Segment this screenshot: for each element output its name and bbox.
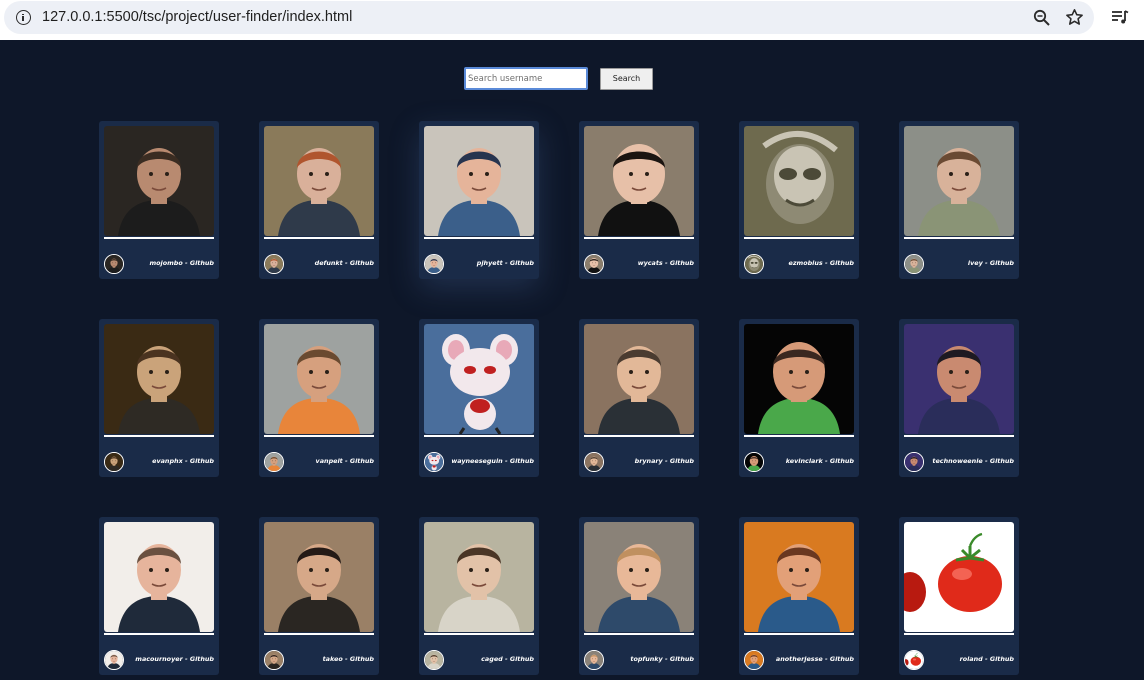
avatar[interactable] bbox=[584, 650, 604, 670]
address-url[interactable]: 127.0.0.1:5500/tsc/project/user-finder/i… bbox=[42, 9, 352, 25]
star-icon[interactable] bbox=[1064, 7, 1085, 28]
user-caption[interactable]: wayneeseguin - Github bbox=[451, 457, 534, 465]
user-caption[interactable]: takeo - Github bbox=[323, 655, 374, 663]
user-card[interactable]: ezmobius - Github bbox=[739, 121, 859, 279]
user-photo[interactable] bbox=[424, 522, 534, 632]
card-divider bbox=[264, 633, 374, 635]
user-photo[interactable] bbox=[104, 522, 214, 632]
avatar[interactable] bbox=[424, 452, 444, 472]
avatar[interactable] bbox=[104, 452, 124, 472]
user-card[interactable]: pjhyett - Github bbox=[419, 121, 539, 279]
browser-toolbar: 127.0.0.1:5500/tsc/project/user-finder/i… bbox=[0, 0, 1144, 40]
user-caption[interactable]: roland - Github bbox=[960, 655, 1014, 663]
avatar[interactable] bbox=[744, 452, 764, 472]
search-button[interactable]: Search bbox=[600, 68, 653, 90]
card-divider bbox=[424, 633, 534, 635]
user-card[interactable]: ivey - Github bbox=[899, 121, 1019, 279]
card-divider bbox=[264, 237, 374, 239]
user-caption[interactable]: topfunky - Github bbox=[630, 655, 694, 663]
avatar[interactable] bbox=[904, 254, 924, 274]
user-card[interactable]: takeo - Github bbox=[259, 517, 379, 675]
card-divider bbox=[104, 237, 214, 239]
user-photo[interactable] bbox=[104, 126, 214, 236]
user-card[interactable]: evanphx - Github bbox=[99, 319, 219, 477]
avatar[interactable] bbox=[584, 254, 604, 274]
user-card[interactable]: wayneeseguin - Github bbox=[419, 319, 539, 477]
user-photo[interactable] bbox=[104, 324, 214, 434]
user-caption[interactable]: pjhyett - Github bbox=[477, 259, 534, 267]
user-card[interactable]: roland - Github bbox=[899, 517, 1019, 675]
user-caption[interactable]: vanpelt - Github bbox=[316, 457, 374, 465]
user-caption[interactable]: technoweenie - Github bbox=[932, 457, 1014, 465]
user-caption[interactable]: wycats - Github bbox=[638, 259, 694, 267]
avatar[interactable] bbox=[584, 452, 604, 472]
user-caption[interactable]: ezmobius - Github bbox=[789, 259, 855, 267]
avatar[interactable] bbox=[104, 650, 124, 670]
avatar[interactable] bbox=[744, 650, 764, 670]
user-photo[interactable] bbox=[264, 522, 374, 632]
user-caption[interactable]: defunkt - Github bbox=[315, 259, 374, 267]
user-photo[interactable] bbox=[904, 324, 1014, 434]
search-input[interactable] bbox=[464, 67, 588, 90]
user-caption[interactable]: mojombo - Github bbox=[149, 259, 214, 267]
address-bar[interactable]: 127.0.0.1:5500/tsc/project/user-finder/i… bbox=[4, 1, 1094, 34]
avatar[interactable] bbox=[264, 650, 284, 670]
user-caption[interactable]: anotherjesse - Github bbox=[776, 655, 854, 663]
card-divider bbox=[424, 237, 534, 239]
user-photo[interactable] bbox=[584, 324, 694, 434]
card-divider bbox=[744, 237, 854, 239]
user-photo[interactable] bbox=[264, 324, 374, 434]
avatar[interactable] bbox=[424, 254, 444, 274]
user-photo[interactable] bbox=[424, 126, 534, 236]
user-photo[interactable] bbox=[744, 522, 854, 632]
card-divider bbox=[584, 633, 694, 635]
user-caption[interactable]: brynary - Github bbox=[635, 457, 694, 465]
user-photo[interactable] bbox=[584, 126, 694, 236]
card-divider bbox=[744, 435, 854, 437]
user-photo[interactable] bbox=[904, 522, 1014, 632]
card-divider bbox=[744, 633, 854, 635]
avatar[interactable] bbox=[904, 650, 924, 670]
user-caption[interactable]: caged - Github bbox=[481, 655, 534, 663]
avatar[interactable] bbox=[264, 452, 284, 472]
card-divider bbox=[904, 435, 1014, 437]
card-divider bbox=[424, 435, 534, 437]
user-photo[interactable] bbox=[744, 126, 854, 236]
user-card[interactable]: anotherjesse - Github bbox=[739, 517, 859, 675]
card-divider bbox=[584, 237, 694, 239]
user-card[interactable]: macournoyer - Github bbox=[99, 517, 219, 675]
user-caption[interactable]: evanphx - Github bbox=[152, 457, 214, 465]
avatar[interactable] bbox=[264, 254, 284, 274]
user-card[interactable]: kevinclark - Github bbox=[739, 319, 859, 477]
user-caption[interactable]: kevinclark - Github bbox=[786, 457, 854, 465]
user-card[interactable]: defunkt - Github bbox=[259, 121, 379, 279]
card-divider bbox=[584, 435, 694, 437]
avatar[interactable] bbox=[104, 254, 124, 274]
card-divider bbox=[904, 237, 1014, 239]
user-card[interactable]: vanpelt - Github bbox=[259, 319, 379, 477]
user-card[interactable]: brynary - Github bbox=[579, 319, 699, 477]
user-photo[interactable] bbox=[584, 522, 694, 632]
info-icon[interactable] bbox=[16, 10, 31, 25]
avatar[interactable] bbox=[904, 452, 924, 472]
user-card[interactable]: technoweenie - Github bbox=[899, 319, 1019, 477]
user-caption[interactable]: macournoyer - Github bbox=[135, 655, 214, 663]
reading-list-icon[interactable] bbox=[1110, 7, 1130, 27]
user-photo[interactable] bbox=[744, 324, 854, 434]
user-photo[interactable] bbox=[904, 126, 1014, 236]
avatar[interactable] bbox=[424, 650, 444, 670]
card-divider bbox=[104, 633, 214, 635]
zoom-icon[interactable] bbox=[1032, 8, 1052, 28]
user-caption[interactable]: ivey - Github bbox=[968, 259, 1014, 267]
user-photo[interactable] bbox=[264, 126, 374, 236]
user-photo[interactable] bbox=[424, 324, 534, 434]
card-divider bbox=[104, 435, 214, 437]
card-divider bbox=[264, 435, 374, 437]
user-card[interactable]: mojombo - Github bbox=[99, 121, 219, 279]
user-card[interactable]: wycats - Github bbox=[579, 121, 699, 279]
user-card[interactable]: topfunky - Github bbox=[579, 517, 699, 675]
user-card[interactable]: caged - Github bbox=[419, 517, 539, 675]
card-divider bbox=[904, 633, 1014, 635]
avatar[interactable] bbox=[744, 254, 764, 274]
